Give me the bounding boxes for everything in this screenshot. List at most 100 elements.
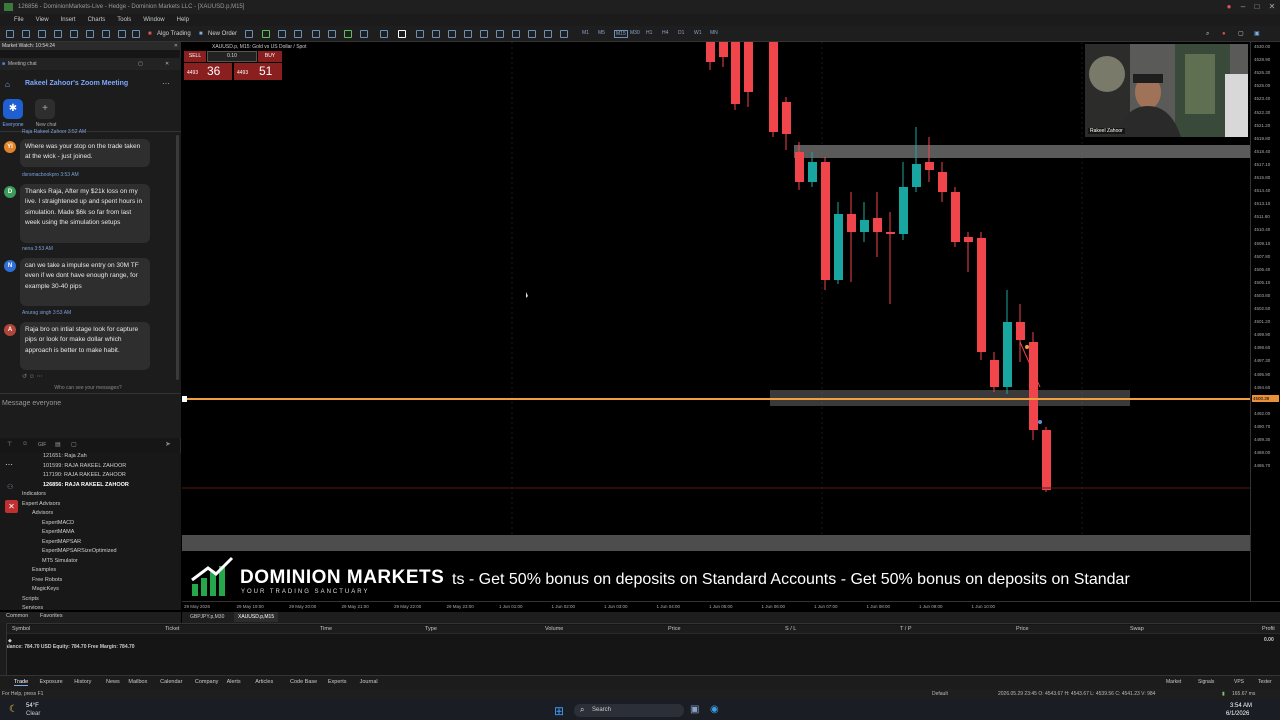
terminal-col-header[interactable]: T / P bbox=[900, 626, 912, 632]
terminal-tab-calendar[interactable]: Calendar bbox=[160, 679, 182, 685]
participants-icon[interactable]: ⚇ bbox=[7, 483, 13, 491]
link-signals[interactable]: Signals bbox=[1198, 679, 1214, 685]
new-chat-button[interactable]: + bbox=[35, 99, 55, 119]
fibonacci-icon[interactable] bbox=[496, 30, 504, 38]
emoji-icon[interactable]: ☺ bbox=[22, 441, 28, 447]
depth-of-market-icon[interactable] bbox=[245, 30, 253, 38]
timeframe-h1[interactable]: H1 bbox=[646, 30, 652, 36]
buy-button[interactable]: BUY bbox=[258, 51, 282, 62]
reaction-icons[interactable]: ↺ ☺ ⋯ bbox=[22, 373, 43, 380]
screenshot-icon[interactable]: ▢ bbox=[71, 441, 77, 448]
terminal-col-header[interactable]: Ticket bbox=[165, 626, 179, 632]
maximize-button[interactable]: □ bbox=[1250, 0, 1264, 14]
terminal-tab-journal[interactable]: Journal bbox=[360, 679, 378, 685]
terminal-tab-mailbox[interactable]: Mailbox bbox=[128, 679, 147, 685]
terminal-col-header[interactable]: Symbol bbox=[12, 626, 30, 632]
navigator-icon[interactable] bbox=[70, 30, 78, 38]
terminal-tab-news[interactable]: News bbox=[106, 679, 120, 685]
scripts-item[interactable]: Scripts bbox=[22, 596, 39, 602]
link-vps[interactable]: VPS bbox=[1234, 679, 1244, 685]
menu-insert[interactable]: Insert bbox=[61, 14, 76, 26]
market-watch-icon[interactable] bbox=[38, 30, 46, 38]
magickeys-item[interactable]: MagicKeys bbox=[32, 586, 59, 592]
terminal-tab-company[interactable]: Company bbox=[195, 679, 219, 685]
new-order-button[interactable]: New Order bbox=[208, 29, 237, 39]
rectangle-tool-icon[interactable] bbox=[528, 30, 536, 38]
everyone-chat-button[interactable]: ✱ bbox=[3, 99, 23, 119]
timeframe-w1[interactable]: W1 bbox=[694, 30, 702, 36]
edge-icon[interactable]: ◉ bbox=[710, 704, 719, 715]
terminal-tab-code-base[interactable]: Code Base bbox=[290, 679, 317, 685]
menu-view[interactable]: View bbox=[36, 14, 49, 26]
candlestick-icon[interactable] bbox=[278, 30, 286, 38]
close-icon[interactable]: ✕ bbox=[174, 42, 178, 50]
who-can-see-link[interactable]: Who can see your messages? bbox=[0, 385, 176, 391]
crosshair-icon[interactable] bbox=[416, 30, 424, 38]
terminal-tab-articles[interactable]: Articles bbox=[255, 679, 273, 685]
terminal-col-header[interactable]: Swap bbox=[1130, 626, 1144, 632]
menu-window[interactable]: Window bbox=[143, 14, 164, 26]
more-icon[interactable]: ⋯ bbox=[5, 460, 13, 469]
gif-button[interactable]: GIF bbox=[38, 442, 46, 448]
user-icon[interactable]: ● bbox=[1222, 29, 1226, 39]
timeframe-d1[interactable]: D1 bbox=[678, 30, 684, 36]
chart-tab[interactable]: GBPJPY.p,M30 bbox=[186, 612, 228, 622]
start-icon[interactable]: ⊞ bbox=[554, 704, 564, 718]
message-input[interactable]: Message everyone bbox=[2, 400, 61, 407]
lot-size-input[interactable]: 0.10 bbox=[207, 51, 257, 62]
menu-charts[interactable]: Charts bbox=[88, 14, 106, 26]
new-chart-icon[interactable] bbox=[6, 30, 14, 38]
expert-item[interactable]: ExpertMACD bbox=[42, 520, 74, 526]
expert-advisors-item[interactable]: Expert Advisors bbox=[22, 501, 60, 507]
time-scale[interactable]: 29 May 2026 29 May 19:00 29 May 20:00 29 Ma… bbox=[182, 601, 1280, 612]
link-tester[interactable]: Tester bbox=[1258, 679, 1272, 685]
examples-item[interactable]: Examples bbox=[32, 567, 56, 573]
account-item[interactable]: 121651: Raja Zah bbox=[43, 453, 87, 459]
price-scale[interactable]: 4530.00 4528.90 4526.30 4525.00 4523.40 4522.… bbox=[1250, 42, 1280, 601]
link-market[interactable]: Market bbox=[1166, 679, 1181, 685]
menu-file[interactable]: File bbox=[14, 14, 24, 26]
terminal-col-header[interactable]: Volume bbox=[545, 626, 563, 632]
cursor-icon[interactable] bbox=[398, 30, 406, 38]
terminal-tab-trade[interactable]: Trade bbox=[14, 679, 29, 686]
terminal-col-header[interactable]: Time bbox=[320, 626, 332, 632]
terminal-col-header[interactable]: Type bbox=[425, 626, 437, 632]
search-icon[interactable]: ⌕ bbox=[1206, 29, 1209, 39]
chat-icon[interactable]: ▢ bbox=[1238, 29, 1244, 39]
terminal-col-header[interactable]: Price bbox=[668, 626, 681, 632]
navigator-tab-common[interactable]: Common bbox=[6, 613, 28, 619]
timeframe-m30[interactable]: M30 bbox=[630, 30, 640, 36]
sell-button[interactable]: SELL bbox=[184, 51, 206, 62]
algo-trading-button[interactable]: Algo Trading bbox=[157, 29, 191, 39]
terminal-tab-experts[interactable]: Experts bbox=[328, 679, 347, 685]
expert-item[interactable]: ExpertMAPSARSizeOptimized bbox=[42, 548, 117, 554]
timeframe-h4[interactable]: H4 bbox=[662, 30, 668, 36]
strategy-tester-icon[interactable] bbox=[102, 30, 110, 38]
metaeditor-icon[interactable] bbox=[118, 30, 126, 38]
zoom-out-icon[interactable] bbox=[328, 30, 336, 38]
expert-item[interactable]: ExpertMAPSAR bbox=[42, 539, 81, 545]
timeframe-mn[interactable]: MN bbox=[710, 30, 718, 36]
timeframe-m5[interactable]: M5 bbox=[598, 30, 605, 36]
menu-help[interactable]: Help bbox=[177, 14, 189, 26]
indicators-item[interactable]: Indicators bbox=[22, 491, 46, 497]
terminal-tab-alerts[interactable]: Alerts bbox=[227, 679, 241, 685]
popout-icon[interactable]: ▢ bbox=[138, 58, 143, 70]
notification-icon[interactable]: ● bbox=[1222, 0, 1236, 14]
text-tool-icon[interactable] bbox=[512, 30, 520, 38]
horizontal-line-icon[interactable] bbox=[448, 30, 456, 38]
mql5-icon[interactable]: ▣ bbox=[1254, 29, 1260, 39]
terminal-tab-exposure[interactable]: Exposure bbox=[40, 679, 63, 685]
advisors-item[interactable]: Advisors bbox=[32, 510, 53, 516]
grid-icon[interactable] bbox=[344, 30, 352, 38]
timeframe-m1[interactable]: M1 bbox=[582, 30, 589, 36]
minimize-button[interactable]: – bbox=[1236, 0, 1250, 14]
bar-chart-icon[interactable] bbox=[262, 30, 270, 38]
services-item[interactable]: Services bbox=[22, 605, 43, 611]
options-icon[interactable] bbox=[132, 30, 140, 38]
trendline-icon[interactable] bbox=[464, 30, 472, 38]
search-box[interactable]: ⌕ Search bbox=[574, 704, 684, 717]
arrows-icon[interactable] bbox=[560, 30, 568, 38]
zoom-in-icon[interactable] bbox=[312, 30, 320, 38]
autoscroll-icon[interactable] bbox=[360, 30, 368, 38]
